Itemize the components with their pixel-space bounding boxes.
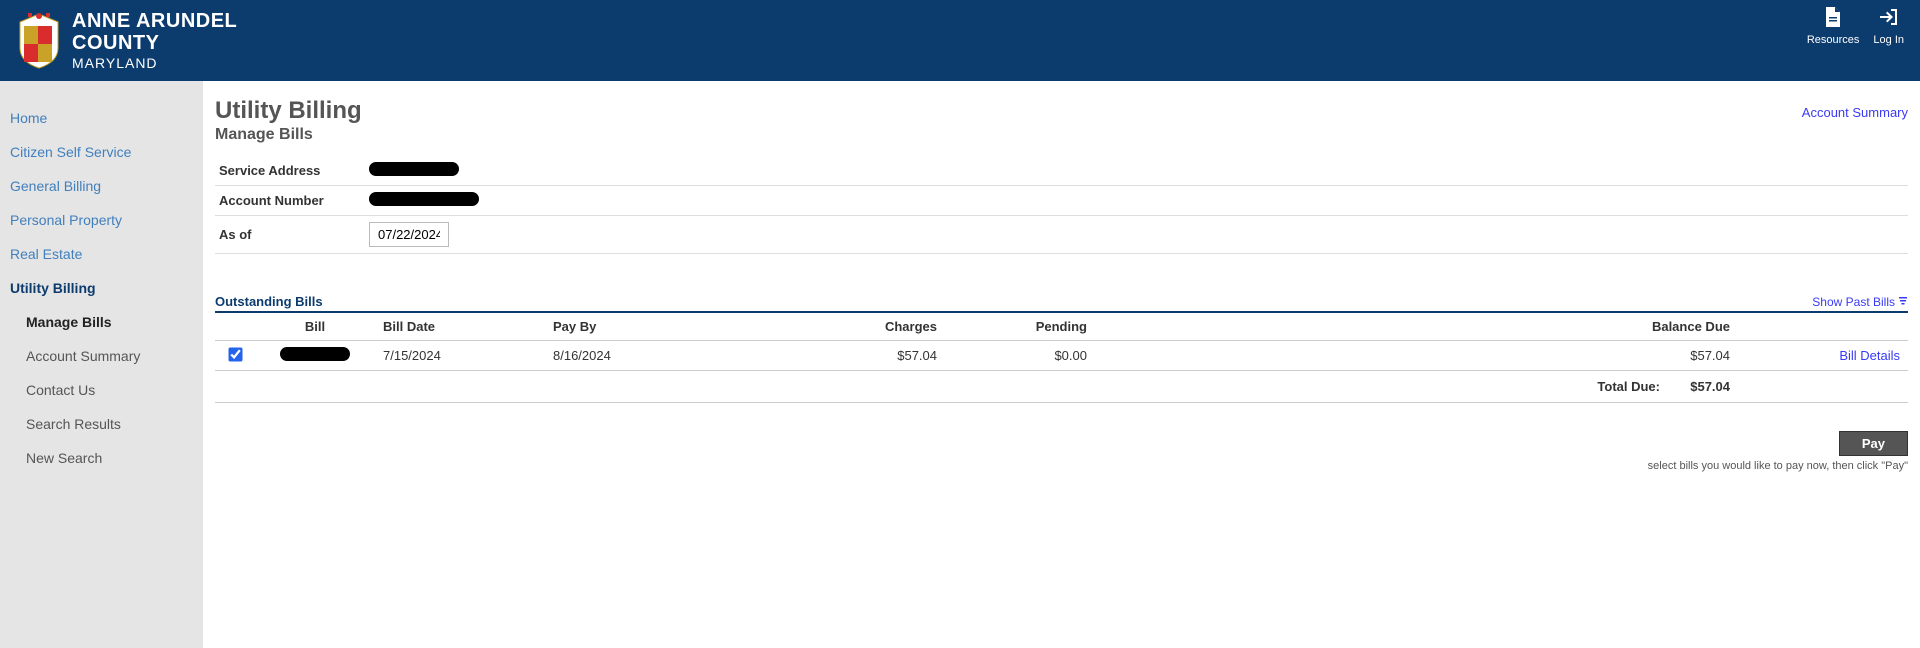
account-number-value (365, 186, 1908, 216)
total-due-row: Total Due: $57.04 (215, 371, 1908, 403)
pay-section: Pay select bills you would like to pay n… (215, 431, 1908, 472)
account-summary-link[interactable]: Account Summary (1802, 105, 1908, 120)
org-name-line2: COUNTY (72, 32, 237, 54)
main-content: Utility Billing Account Summary Manage B… (203, 81, 1920, 648)
balance-due-cell: $57.04 (1095, 341, 1738, 371)
service-address-label: Service Address (215, 156, 365, 186)
resources-button[interactable]: Resources (1807, 6, 1860, 46)
bills-table: Bill Bill Date Pay By Charges Pending Ba… (215, 313, 1908, 371)
sidebar: Home Citizen Self Service General Billin… (0, 81, 203, 648)
sidebar-item-citizen-self-service[interactable]: Citizen Self Service (0, 135, 203, 169)
sidebar-subitem-contact-us[interactable]: Contact Us (0, 373, 203, 407)
bill-details-link[interactable]: Bill Details (1839, 348, 1900, 363)
bill-number-cell (255, 341, 375, 371)
county-seal-icon (16, 10, 62, 70)
login-button[interactable]: Log In (1873, 6, 1904, 46)
account-number-label: Account Number (215, 186, 365, 216)
col-charges: Charges (745, 313, 945, 341)
org-name-line3: MARYLAND (72, 56, 237, 71)
login-label: Log In (1873, 34, 1904, 46)
logo-text: ANNE ARUNDEL COUNTY MARYLAND (72, 10, 237, 71)
resources-label: Resources (1807, 34, 1860, 46)
as-of-row: As of (215, 216, 1908, 254)
sidebar-subitem-manage-bills[interactable]: Manage Bills (0, 305, 203, 339)
redacted-icon (280, 347, 350, 361)
sidebar-item-personal-property[interactable]: Personal Property (0, 203, 203, 237)
outstanding-bills-header: Outstanding Bills Show Past Bills (215, 294, 1908, 313)
sidebar-item-general-billing[interactable]: General Billing (0, 169, 203, 203)
pay-button[interactable]: Pay (1839, 431, 1908, 456)
logo-block: ANNE ARUNDEL COUNTY MARYLAND (16, 10, 237, 71)
charges-cell: $57.04 (745, 341, 945, 371)
pending-cell: $0.00 (945, 341, 1095, 371)
table-row: 7/15/2024 8/16/2024 $57.04 $0.00 $57.04 … (215, 341, 1908, 371)
bill-row-checkbox[interactable] (228, 347, 242, 361)
sidebar-subitem-account-summary[interactable]: Account Summary (0, 339, 203, 373)
redacted-icon (369, 192, 479, 206)
account-info-table: Service Address Account Number As of (215, 156, 1908, 254)
app-header: ANNE ARUNDEL COUNTY MARYLAND Resources L… (0, 0, 1920, 81)
login-icon (1873, 6, 1904, 32)
sidebar-item-real-estate[interactable]: Real Estate (0, 237, 203, 271)
document-icon (1807, 6, 1860, 32)
col-pending: Pending (945, 313, 1095, 341)
as-of-label: As of (215, 216, 365, 254)
service-address-value (365, 156, 1908, 186)
redacted-icon (369, 162, 459, 176)
total-due-label: Total Due: (1597, 379, 1660, 394)
sidebar-item-utility-billing[interactable]: Utility Billing (0, 271, 203, 305)
page-subtitle: Manage Bills (215, 126, 1908, 144)
col-pay-by: Pay By (545, 313, 745, 341)
service-address-row: Service Address (215, 156, 1908, 186)
outstanding-bills-title: Outstanding Bills (215, 294, 323, 309)
bill-date-cell: 7/15/2024 (375, 341, 545, 371)
filter-icon (1898, 295, 1908, 309)
total-due-value: $57.04 (1680, 379, 1730, 394)
org-name-line1: ANNE ARUNDEL (72, 10, 237, 32)
sidebar-subitem-new-search[interactable]: New Search (0, 441, 203, 475)
as-of-input[interactable] (369, 222, 449, 247)
account-number-row: Account Number (215, 186, 1908, 216)
pay-by-cell: 8/16/2024 (545, 341, 745, 371)
sidebar-item-home[interactable]: Home (0, 101, 203, 135)
pay-hint: select bills you would like to pay now, … (1648, 460, 1908, 472)
col-balance-due: Balance Due (1095, 313, 1738, 341)
header-actions: Resources Log In (1807, 6, 1904, 46)
col-bill: Bill (255, 313, 375, 341)
sidebar-subitem-search-results[interactable]: Search Results (0, 407, 203, 441)
col-bill-date: Bill Date (375, 313, 545, 341)
show-past-bills-label: Show Past Bills (1812, 295, 1895, 309)
show-past-bills-link[interactable]: Show Past Bills (1812, 295, 1908, 309)
